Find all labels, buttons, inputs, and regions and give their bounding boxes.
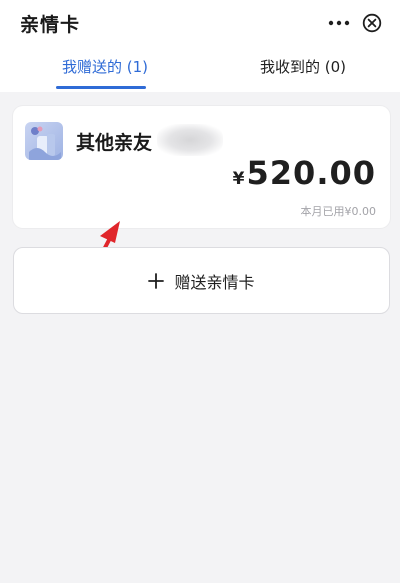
- page-title: 亲情卡: [20, 14, 81, 36]
- currency-symbol: ¥: [232, 169, 245, 189]
- card-recipient-name: 其他亲友: [76, 132, 153, 154]
- close-icon[interactable]: [362, 13, 382, 33]
- header: 亲情卡 我赠送的 (1) 我收到的 (0): [0, 0, 400, 92]
- card-thumbnail-image: [25, 122, 63, 160]
- amount-value: 520.00: [246, 154, 376, 192]
- gift-card-button[interactable]: 赠送亲情卡: [13, 247, 390, 314]
- family-card[interactable]: 其他亲友 ¥520.00 本月已用¥0.00: [13, 106, 390, 228]
- more-dots-icon[interactable]: [328, 20, 350, 26]
- card-amount: ¥520.00: [233, 154, 376, 192]
- gift-card-button-content: 赠送亲情卡: [14, 248, 389, 313]
- tab-received[interactable]: 我收到的 (0): [248, 56, 358, 77]
- redacted-name-blur: [157, 124, 223, 156]
- gift-card-button-label: 赠送亲情卡: [174, 272, 255, 292]
- plus-icon: [148, 272, 165, 289]
- active-tab-indicator: [56, 86, 146, 89]
- monthly-usage: 本月已用¥0.00: [300, 205, 377, 218]
- tab-sent[interactable]: 我赠送的 (1): [50, 56, 160, 77]
